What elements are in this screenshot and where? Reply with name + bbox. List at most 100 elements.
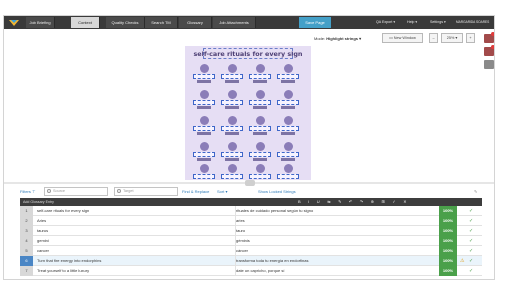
highlight-box[interactable] bbox=[193, 74, 215, 79]
zodiac-cell[interactable] bbox=[193, 116, 215, 135]
tab-glossary[interactable]: Glossary bbox=[179, 17, 212, 28]
tab-job-attachments[interactable]: Job Attachments bbox=[213, 17, 256, 28]
highlight-box[interactable] bbox=[221, 152, 243, 157]
table-row[interactable]: 1 self-care rituals for every sign rituale… bbox=[20, 206, 482, 216]
source-search-input[interactable]: Source bbox=[44, 187, 108, 196]
zodiac-icon bbox=[199, 142, 209, 151]
zodiac-cell[interactable] bbox=[277, 90, 299, 109]
zodiac-cell[interactable] bbox=[249, 116, 271, 135]
confirm-check-icon[interactable]: ✓ bbox=[469, 226, 473, 236]
confirm-check-icon[interactable]: ✓ bbox=[469, 246, 473, 256]
zodiac-cell[interactable] bbox=[221, 116, 243, 135]
table-row[interactable]: 4 gemini géminis 100% ✓ bbox=[20, 236, 482, 246]
target-text[interactable]: tauro bbox=[236, 226, 436, 236]
zodiac-cell[interactable] bbox=[221, 164, 243, 180]
context-preview[interactable]: self-care rituals for every sign bbox=[185, 46, 311, 180]
mode-value[interactable]: Highlight strings ▾ bbox=[326, 36, 361, 41]
confirm-check-icon[interactable]: ✓ bbox=[469, 236, 473, 246]
app-logo-icon[interactable] bbox=[7, 17, 21, 28]
zodiac-cell[interactable] bbox=[221, 90, 243, 109]
user-menu[interactable]: MARGARIDA SOARES bbox=[456, 17, 489, 28]
splitter-handle[interactable] bbox=[245, 180, 255, 186]
edit-icon[interactable]: ✎ bbox=[474, 189, 477, 194]
highlight-box[interactable] bbox=[193, 100, 215, 105]
zodiac-cell[interactable] bbox=[249, 142, 271, 161]
highlight-box[interactable] bbox=[193, 174, 215, 179]
zodiac-cell[interactable] bbox=[277, 142, 299, 161]
table-row[interactable]: 3 taurus tauro 100% ✓ bbox=[20, 226, 482, 236]
table-row[interactable]: 5 cancer cáncer 100% ✓ bbox=[20, 246, 482, 256]
zodiac-cell[interactable] bbox=[193, 164, 215, 180]
highlight-box[interactable] bbox=[249, 174, 271, 179]
highlight-box[interactable] bbox=[193, 152, 215, 157]
zoom-out-button[interactable]: – bbox=[429, 33, 438, 43]
target-text[interactable]: date un capricho, porque sí bbox=[236, 266, 436, 276]
zodiac-cell[interactable] bbox=[221, 142, 243, 161]
zodiac-cell[interactable] bbox=[193, 64, 215, 83]
zodiac-cell[interactable] bbox=[277, 164, 299, 180]
mode-selector[interactable]: Mode: Highlight strings ▾ bbox=[314, 36, 361, 41]
highlight-box[interactable] bbox=[249, 152, 271, 157]
find-replace-link[interactable]: Find & Replace bbox=[182, 189, 209, 194]
highlight-box[interactable] bbox=[221, 100, 243, 105]
zodiac-cell[interactable] bbox=[277, 64, 299, 83]
target-search-input[interactable]: Target bbox=[114, 187, 178, 196]
highlight-box[interactable] bbox=[221, 126, 243, 131]
sort-menu[interactable]: Sort ▾ bbox=[217, 189, 227, 194]
filters-button[interactable]: Filters ⊤ bbox=[20, 189, 35, 194]
table-row[interactable]: 7 Treat yourself to a little luxury date u… bbox=[20, 266, 482, 276]
help-menu[interactable]: Help ▾ bbox=[407, 17, 417, 28]
highlight-box[interactable] bbox=[277, 174, 299, 179]
confirm-check-icon[interactable]: ✓ bbox=[469, 266, 473, 276]
segment-number: 5 bbox=[20, 246, 33, 256]
tab-job-briefing[interactable]: Job Briefing bbox=[26, 17, 55, 28]
confirm-check-icon[interactable]: ✓ bbox=[469, 216, 473, 226]
add-glossary-entry[interactable]: Add Glossary Entry bbox=[23, 198, 54, 206]
highlight-box[interactable] bbox=[277, 74, 299, 79]
zodiac-text bbox=[253, 158, 267, 161]
match-percentage: 100% bbox=[439, 246, 457, 256]
tab-search-tm[interactable]: Search TM bbox=[145, 17, 178, 28]
confirm-check-icon[interactable]: ✓ bbox=[469, 206, 473, 216]
highlight-box[interactable] bbox=[249, 126, 271, 131]
source-text: cancer bbox=[37, 248, 50, 253]
chat-icon[interactable] bbox=[484, 60, 494, 69]
zodiac-cell[interactable] bbox=[277, 116, 299, 135]
zoom-in-button[interactable]: + bbox=[466, 33, 475, 43]
confirm-check-icon[interactable]: ✓ bbox=[469, 256, 473, 266]
highlight-box[interactable] bbox=[221, 74, 243, 79]
zodiac-icon bbox=[255, 116, 265, 125]
mode-label: Mode: bbox=[314, 36, 327, 41]
table-row[interactable]: 2 Aries aries 100% ✓ bbox=[20, 216, 482, 226]
zodiac-cell[interactable] bbox=[249, 64, 271, 83]
tab-context[interactable]: Context bbox=[71, 17, 100, 28]
new-window-button[interactable]: ▭ New Window bbox=[382, 33, 423, 43]
target-text[interactable]: géminis bbox=[236, 236, 436, 246]
zodiac-cell[interactable] bbox=[193, 90, 215, 109]
zodiac-icon bbox=[255, 142, 265, 151]
settings-menu[interactable]: Settings ▾ bbox=[430, 17, 446, 28]
highlight-box[interactable] bbox=[249, 74, 271, 79]
save-page-button[interactable]: Save Page bbox=[299, 17, 331, 28]
qa-export-menu[interactable]: QA Export ▾ bbox=[376, 17, 395, 28]
highlight-box[interactable] bbox=[277, 100, 299, 105]
zodiac-cell[interactable] bbox=[193, 142, 215, 161]
highlight-box[interactable] bbox=[277, 126, 299, 131]
editor-toolbar[interactable]: B I U ⇆ ✎ ↶ ↷ ⊕ ⊞ ✓ ✕ bbox=[298, 198, 410, 206]
zodiac-cell[interactable] bbox=[249, 164, 271, 180]
tab-quality-checks[interactable]: Quality Checks bbox=[106, 17, 145, 28]
highlight-box[interactable] bbox=[249, 100, 271, 105]
highlight-box[interactable] bbox=[221, 174, 243, 179]
table-row[interactable]: 6 Turn that fire energy into endorphins tr… bbox=[20, 256, 482, 266]
zoom-select[interactable]: 25% ▾ bbox=[441, 33, 463, 43]
zodiac-cell[interactable] bbox=[221, 64, 243, 83]
target-text[interactable]: transforma toda tu energía en endorfinas bbox=[236, 256, 436, 266]
zodiac-cell[interactable] bbox=[249, 90, 271, 109]
target-text[interactable]: rituales de cuidado personal según tu si… bbox=[236, 206, 436, 216]
warning-icon[interactable]: ⚠ bbox=[460, 257, 464, 265]
highlight-box[interactable] bbox=[193, 126, 215, 131]
highlight-box[interactable] bbox=[277, 152, 299, 157]
target-text[interactable]: aries bbox=[236, 216, 436, 226]
show-locked-strings-link[interactable]: Show Locked Strings bbox=[258, 189, 296, 194]
target-text[interactable]: cáncer bbox=[236, 246, 436, 256]
